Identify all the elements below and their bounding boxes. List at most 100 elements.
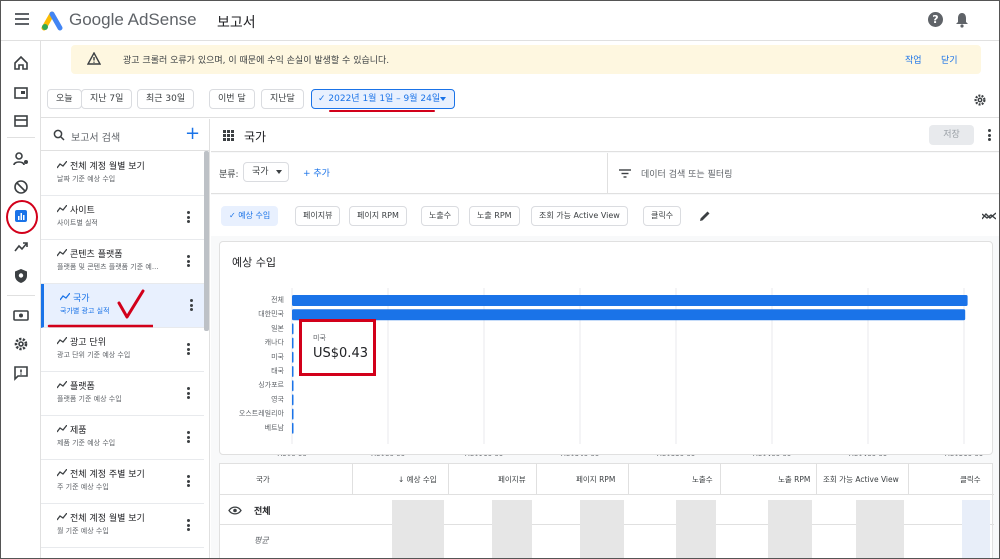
more-options-icon[interactable] bbox=[187, 211, 190, 223]
date-preset-last30[interactable]: 최근 30일 bbox=[137, 89, 195, 109]
more-options-icon[interactable] bbox=[187, 519, 190, 531]
breakdown-select[interactable]: 국가 bbox=[243, 162, 289, 182]
y-category-label: 태국 bbox=[271, 367, 284, 375]
redacted-value bbox=[768, 500, 812, 558]
search-placeholder: 보고서 검색 bbox=[71, 133, 121, 144]
banner-action-button[interactable]: 작업 bbox=[905, 53, 922, 66]
menu-icon[interactable] bbox=[15, 13, 29, 25]
edit-icon[interactable] bbox=[699, 210, 711, 222]
bar[interactable] bbox=[292, 309, 966, 321]
report-item-subtitle: 제품 기준 예상 수입 bbox=[57, 439, 116, 447]
report-settings-icon[interactable] bbox=[973, 93, 987, 107]
filter-input[interactable]: 데이터 검색 또는 필터링 bbox=[641, 167, 732, 180]
chart-tooltip: 미국 US$0.43 bbox=[299, 319, 376, 376]
more-options-icon[interactable] bbox=[190, 299, 193, 311]
bar[interactable] bbox=[292, 295, 968, 306]
date-preset-last-month[interactable]: 지난달 bbox=[261, 89, 304, 109]
payments-icon[interactable] bbox=[13, 307, 29, 323]
metric-page-views[interactable]: 페이지뷰 bbox=[295, 206, 341, 226]
save-button[interactable]: 저장 bbox=[929, 125, 974, 145]
redacted-value bbox=[492, 500, 532, 558]
blocking-controls-icon[interactable] bbox=[13, 179, 29, 195]
ads-icon[interactable] bbox=[13, 85, 29, 101]
redacted-value bbox=[676, 500, 716, 558]
table-header[interactable]: 페이지뷰 bbox=[498, 474, 526, 485]
settings-icon[interactable] bbox=[13, 336, 29, 352]
x-tick-label: US$560.00 bbox=[945, 454, 984, 456]
bar[interactable] bbox=[292, 422, 294, 434]
help-icon[interactable]: ? bbox=[928, 12, 943, 27]
home-icon[interactable] bbox=[13, 55, 29, 71]
metric-clicks[interactable]: 클릭수 bbox=[643, 206, 682, 226]
report-list-item[interactable]: 사이트 사이트별 실적 bbox=[41, 196, 204, 240]
report-list-item[interactable]: 전체 계정 주별 보기 주 기준 예상 수입 bbox=[41, 460, 204, 504]
table-divider bbox=[536, 464, 537, 494]
bar[interactable] bbox=[292, 380, 294, 392]
account-access-icon[interactable] bbox=[13, 151, 29, 167]
report-list-panel: 보고서 검색 + 전체 계정 월별 보기 날짜 기준 예상 수입 사이트 사이트별 실… bbox=[41, 119, 210, 558]
grid-icon[interactable] bbox=[223, 130, 234, 141]
banner-dismiss-button[interactable]: 닫기 bbox=[941, 53, 958, 66]
optimization-icon[interactable] bbox=[13, 239, 29, 255]
metric-page-rpm[interactable]: 페이지 RPM bbox=[349, 206, 407, 226]
add-breakdown-button[interactable]: + 추가 bbox=[303, 166, 330, 179]
date-preset-today[interactable]: 오늘 bbox=[47, 89, 82, 109]
table-header[interactable]: 조회 가능 Active View bbox=[823, 474, 899, 485]
more-options-icon[interactable] bbox=[187, 387, 190, 399]
date-preset-last7[interactable]: 지난 7일 bbox=[81, 89, 133, 109]
more-options-icon[interactable] bbox=[187, 431, 190, 443]
notifications-icon[interactable] bbox=[955, 12, 969, 28]
banner-message: 광고 크롤러 오류가 있으며, 이 때문에 수익 손실이 발생할 수 있습니다. bbox=[123, 56, 390, 66]
more-options-icon[interactable] bbox=[187, 343, 190, 355]
table-header[interactable]: ↓ 예상 수입 bbox=[398, 474, 437, 485]
report-item-title: 콘텐츠 플랫폼 bbox=[70, 250, 123, 260]
table-row-total: 전체 bbox=[254, 507, 271, 517]
bar[interactable] bbox=[292, 366, 294, 377]
more-options-icon[interactable] bbox=[988, 129, 991, 143]
table-divider bbox=[720, 464, 721, 494]
table-header[interactable]: 페이지 RPM bbox=[576, 474, 615, 485]
add-report-button[interactable]: + bbox=[185, 123, 200, 144]
scrollbar[interactable] bbox=[204, 151, 209, 331]
bar[interactable] bbox=[292, 351, 294, 363]
table-header[interactable]: 클릭수 bbox=[960, 474, 981, 485]
report-item-subtitle: 주 기준 예상 수입 bbox=[57, 483, 109, 491]
metric-active-view[interactable]: 조회 가능 Active View bbox=[531, 206, 628, 226]
metric-impression-rpm[interactable]: 노출 RPM bbox=[469, 206, 520, 226]
filter-icon bbox=[619, 169, 631, 178]
bar[interactable] bbox=[292, 337, 294, 349]
sites-icon[interactable] bbox=[13, 113, 29, 129]
row-divider bbox=[220, 494, 994, 495]
bar[interactable] bbox=[292, 323, 294, 335]
table-divider bbox=[816, 464, 817, 494]
table-header[interactable]: 노출 RPM bbox=[778, 474, 810, 485]
breakdown-label: 분류: bbox=[219, 170, 239, 180]
visibility-icon[interactable] bbox=[228, 506, 242, 515]
date-preset-this-month[interactable]: 이번 달 bbox=[209, 89, 255, 109]
more-options-icon[interactable] bbox=[187, 475, 190, 487]
report-item-title: 플랫폼 bbox=[70, 382, 95, 392]
bar[interactable] bbox=[292, 408, 294, 420]
privacy-shield-icon[interactable] bbox=[13, 268, 29, 284]
metric-estimated-earnings[interactable]: ✓ 예상 수입 bbox=[221, 206, 279, 226]
x-tick-label: US$320.00 bbox=[657, 454, 696, 456]
y-category-label: 일본 bbox=[271, 323, 284, 332]
report-list-item[interactable]: 전체 계정 월별 보기 날짜 기준 예상 수입 bbox=[41, 152, 204, 196]
date-range-picker[interactable]: ✓ 2022년 1월 1일 – 9월 24일 bbox=[311, 89, 455, 109]
report-search[interactable]: 보고서 검색 + bbox=[41, 119, 210, 151]
table-header[interactable]: 노출수 bbox=[692, 474, 713, 485]
trend-lines-icon[interactable] bbox=[982, 211, 996, 221]
metric-impressions[interactable]: 노출수 bbox=[421, 206, 460, 226]
crawler-warning-banner: 광고 크롤러 오류가 있으며, 이 때문에 수익 손실이 발생할 수 있습니다.… bbox=[71, 45, 981, 74]
report-list-item[interactable]: 제품 제품 기준 예상 수입 bbox=[41, 416, 204, 460]
bar[interactable] bbox=[292, 394, 294, 406]
report-list-item[interactable]: 광고 단위 광고 단위 기준 예상 수입 bbox=[41, 328, 204, 372]
filter-bar: 분류: 국가 + 추가 데이터 검색 또는 필터링 bbox=[211, 153, 999, 194]
table-header[interactable]: 국가 bbox=[256, 474, 270, 485]
feedback-icon[interactable] bbox=[13, 365, 29, 381]
x-tick-label: US$480.00 bbox=[849, 454, 888, 456]
report-list-item[interactable]: 전체 계정 월별 보기 월 기준 예상 수입 bbox=[41, 504, 204, 548]
more-options-icon[interactable] bbox=[187, 255, 190, 267]
report-list-item[interactable]: 콘텐츠 플랫폼 플랫폼 및 콘텐츠 플랫폼 기준 예... bbox=[41, 240, 204, 284]
report-list-item[interactable]: 플랫폼 플랫폼 기준 예상 수입 bbox=[41, 372, 204, 416]
